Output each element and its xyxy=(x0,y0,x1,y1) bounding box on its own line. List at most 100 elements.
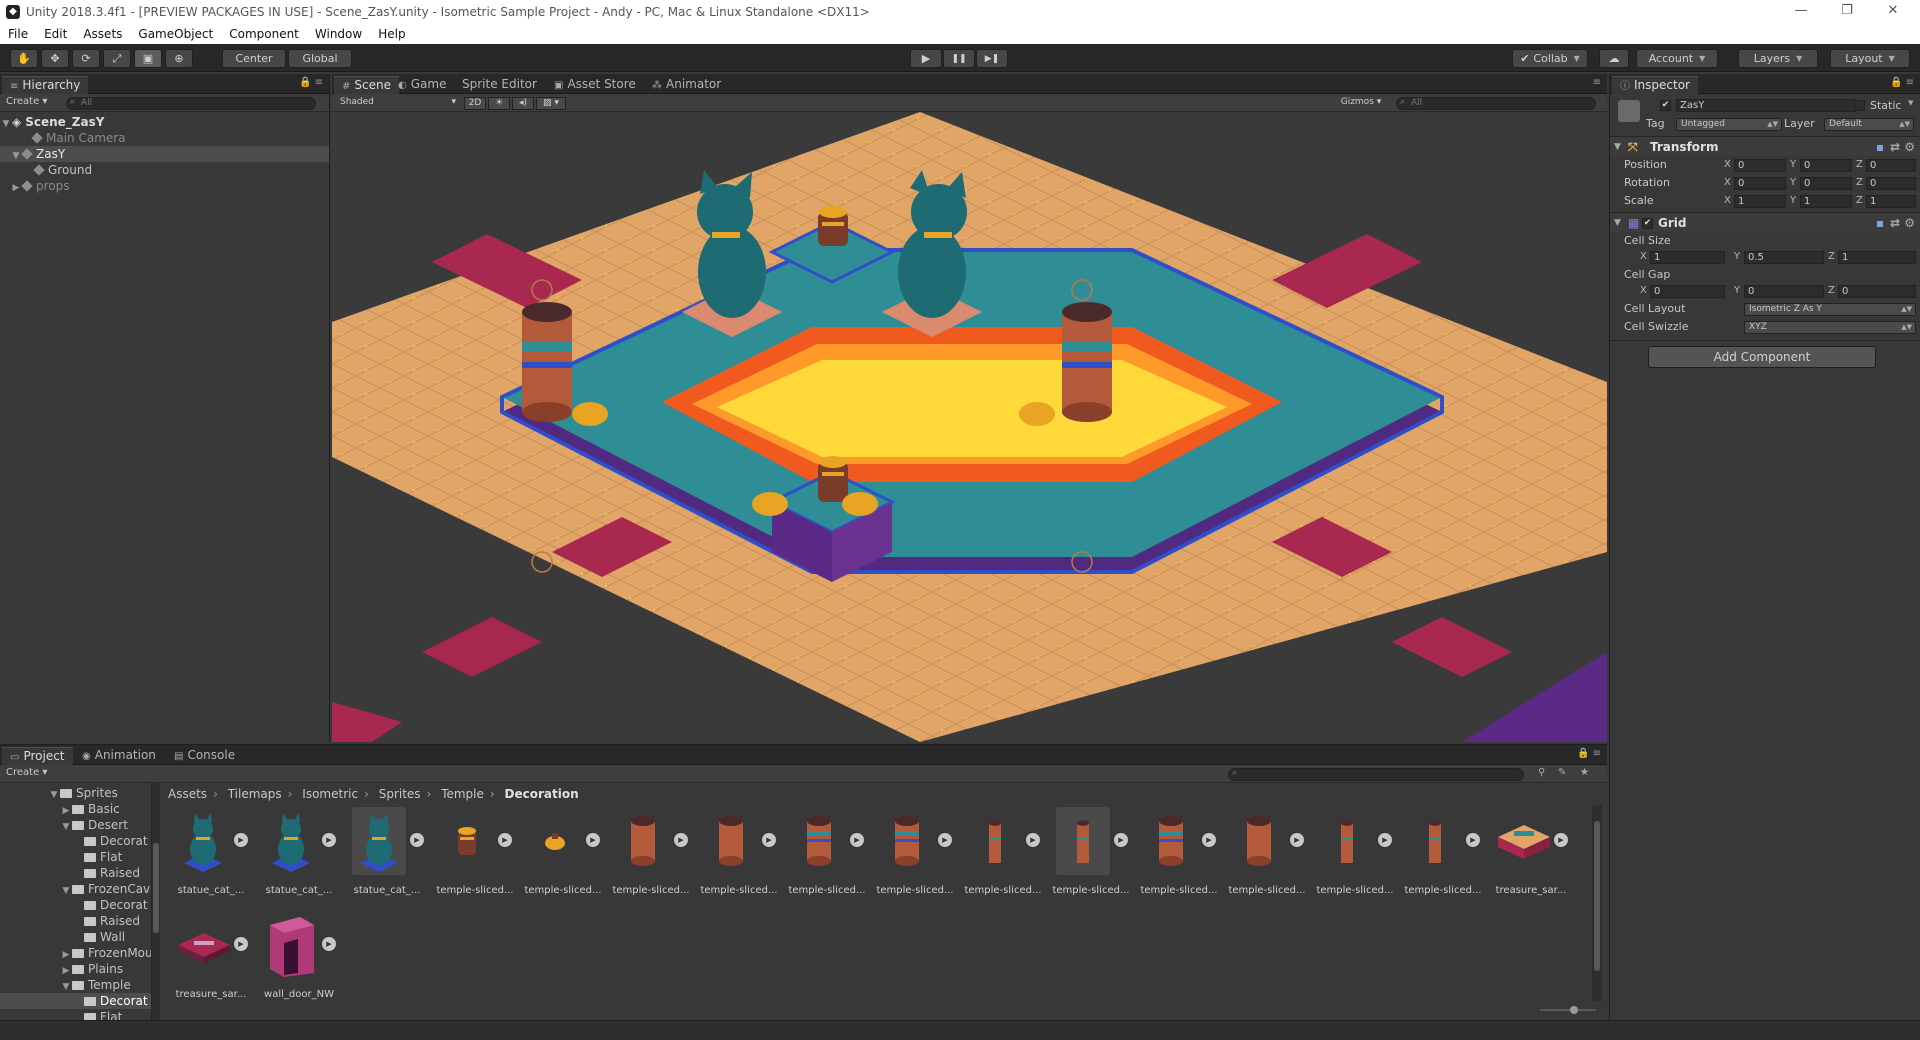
expand-sprite-icon[interactable]: ▶ xyxy=(322,937,336,951)
menu-window[interactable]: Window xyxy=(307,27,370,41)
folder-tree-item[interactable]: ▶ Plains xyxy=(0,961,151,977)
lighting-toggle[interactable]: ☀ xyxy=(488,97,510,110)
sprite-thumbnail[interactable] xyxy=(1232,807,1286,875)
close-button[interactable]: ✕ xyxy=(1870,0,1916,24)
step-button[interactable]: ▶❚ xyxy=(976,49,1008,68)
slider-handle[interactable] xyxy=(1570,1006,1578,1014)
expand-sprite-icon[interactable]: ▶ xyxy=(762,833,776,847)
breadcrumb-item[interactable]: Assets xyxy=(168,787,207,801)
expand-sprite-icon[interactable]: ▶ xyxy=(1378,833,1392,847)
asset-item[interactable]: ▶ temple-sliced... xyxy=(1400,807,1486,907)
project-search-input[interactable]: ⌕ xyxy=(1228,768,1524,781)
scale-tool-button[interactable]: ⤢ xyxy=(103,49,131,68)
expand-sprite-icon[interactable]: ▶ xyxy=(234,833,248,847)
grid-enabled-checkbox[interactable]: ✔ xyxy=(1642,218,1653,229)
effects-dropdown[interactable]: ▨ ▾ xyxy=(536,97,566,110)
scene-viewport[interactable] xyxy=(332,112,1607,742)
menu-edit[interactable]: Edit xyxy=(36,27,75,41)
hand-tool-button[interactable]: ✋ xyxy=(10,49,38,68)
expand-sprite-icon[interactable]: ▶ xyxy=(1202,833,1216,847)
hierarchy-item-zasy[interactable]: ▼ ZasY xyxy=(0,146,329,162)
gizmos-dropdown[interactable]: Gizmos ▾ xyxy=(1335,97,1387,110)
menu-gameobject[interactable]: GameObject xyxy=(130,27,221,41)
help-icon[interactable]: ▪ xyxy=(1876,213,1884,233)
pivot-global-button[interactable]: Global xyxy=(288,49,352,68)
sprite-thumbnail[interactable] xyxy=(264,807,318,875)
gear-icon[interactable]: ⚙ xyxy=(1904,213,1915,233)
scene-root-item[interactable]: ▼ ◈ Scene_ZasY xyxy=(0,114,329,130)
tree-scrollbar[interactable] xyxy=(152,783,160,1020)
minimize-button[interactable]: — xyxy=(1778,0,1824,24)
collab-dropdown[interactable]: ✔ Collab ▼ xyxy=(1512,49,1588,68)
asset-item[interactable]: ▶ temple-sliced... xyxy=(1224,807,1310,907)
panel-menu-icon[interactable]: 🔒 ≡ xyxy=(299,77,323,88)
folder-tree-item[interactable]: Decorat xyxy=(0,833,151,849)
shading-mode-dropdown[interactable]: Shaded ▾ xyxy=(336,97,460,110)
cell-layout-dropdown[interactable]: Isometric Z As Y ▲▼ xyxy=(1744,303,1916,316)
static-checkbox[interactable] xyxy=(1854,100,1865,111)
rotation-y-field[interactable]: 0 xyxy=(1800,177,1852,190)
gear-icon[interactable]: ⚙ xyxy=(1904,137,1915,157)
asset-item[interactable]: ▶ temple-sliced... xyxy=(872,807,958,907)
expand-sprite-icon[interactable]: ▶ xyxy=(1466,833,1480,847)
menu-assets[interactable]: Assets xyxy=(75,27,130,41)
scene-search-input[interactable]: ⌕ All xyxy=(1396,97,1596,110)
sprite-thumbnail[interactable] xyxy=(176,807,230,875)
layers-dropdown[interactable]: Layers ▼ xyxy=(1738,49,1818,68)
scale-x-field[interactable]: 1 xyxy=(1734,195,1786,208)
move-tool-button[interactable]: ✥ xyxy=(41,49,69,68)
breadcrumb-item[interactable]: Sprites xyxy=(379,787,421,801)
cell-gap-z-field[interactable]: 0 xyxy=(1838,285,1916,298)
hierarchy-search-input[interactable]: ⌕ All xyxy=(66,97,316,110)
folder-tree-item[interactable]: ▼ Temple xyxy=(0,977,151,993)
expand-sprite-icon[interactable]: ▶ xyxy=(938,833,952,847)
menu-component[interactable]: Component xyxy=(221,27,307,41)
active-checkbox[interactable]: ✔ xyxy=(1660,100,1671,111)
folder-tree-item[interactable]: ▼ Sprites xyxy=(0,785,151,801)
help-icon[interactable]: ▪ xyxy=(1876,137,1884,157)
asset-scrollbar-thumb[interactable] xyxy=(1594,821,1600,971)
position-z-field[interactable]: 0 xyxy=(1866,159,1916,172)
tab-asset-store[interactable]: ▣ Asset Store xyxy=(546,76,644,94)
audio-toggle[interactable]: ◂) xyxy=(512,97,534,110)
asset-item[interactable]: ▶ statue_cat_... xyxy=(168,807,254,907)
sprite-thumbnail[interactable] xyxy=(1496,807,1550,875)
asset-item[interactable]: ▶ statue_cat_... xyxy=(344,807,430,907)
asset-item[interactable]: ▶ temple-sliced... xyxy=(520,807,606,907)
folder-tree-item[interactable]: ▼ FrozenCav xyxy=(0,881,151,897)
sprite-thumbnail[interactable] xyxy=(968,807,1022,875)
cell-swizzle-dropdown[interactable]: XYZ ▲▼ xyxy=(1744,321,1916,334)
add-component-button[interactable]: Add Component xyxy=(1648,346,1876,368)
sprite-thumbnail[interactable] xyxy=(880,807,934,875)
preset-icon[interactable]: ⇄ xyxy=(1890,137,1900,157)
asset-item[interactable]: ▶ temple-sliced... xyxy=(608,807,694,907)
asset-item[interactable]: ▶ temple-sliced... xyxy=(784,807,870,907)
asset-item[interactable]: ▶ temple-sliced... xyxy=(960,807,1046,907)
hierarchy-item-main-camera[interactable]: Main Camera xyxy=(0,130,329,146)
sprite-thumbnail[interactable] xyxy=(528,807,582,875)
cell-size-x-field[interactable]: 1 xyxy=(1650,251,1725,264)
folder-tree-item[interactable]: Raised xyxy=(0,913,151,929)
expand-sprite-icon[interactable]: ▶ xyxy=(1290,833,1304,847)
folder-tree-item[interactable]: Decorat xyxy=(0,993,151,1009)
expand-sprite-icon[interactable]: ▶ xyxy=(674,833,688,847)
expand-sprite-icon[interactable]: ▶ xyxy=(234,937,248,951)
asset-item[interactable]: ▶ statue_cat_... xyxy=(256,807,342,907)
asset-item[interactable]: ▶ temple-sliced... xyxy=(1048,807,1134,907)
favorite-star-icon[interactable]: ★ xyxy=(1580,767,1589,778)
cell-gap-x-field[interactable]: 0 xyxy=(1650,285,1725,298)
asset-item[interactable]: ▶ wall_door_NW xyxy=(256,911,342,1011)
mode-2d-toggle[interactable]: 2D xyxy=(464,97,486,110)
sprite-thumbnail[interactable] xyxy=(264,911,318,979)
transform-tool-button[interactable]: ⊕ xyxy=(165,49,193,68)
folder-tree-item[interactable]: Flat xyxy=(0,849,151,865)
project-create-button[interactable]: Create ▾ xyxy=(6,767,47,778)
rotate-tool-button[interactable]: ⟳ xyxy=(72,49,100,68)
rotation-z-field[interactable]: 0 xyxy=(1866,177,1916,190)
menu-file[interactable]: File xyxy=(0,27,36,41)
sprite-thumbnail[interactable] xyxy=(1144,807,1198,875)
account-dropdown[interactable]: Account ▼ xyxy=(1636,49,1718,68)
hierarchy-item-props[interactable]: ▶ props xyxy=(0,178,329,194)
sprite-thumbnail[interactable] xyxy=(792,807,846,875)
breadcrumb-item-current[interactable]: Decoration xyxy=(505,787,579,801)
